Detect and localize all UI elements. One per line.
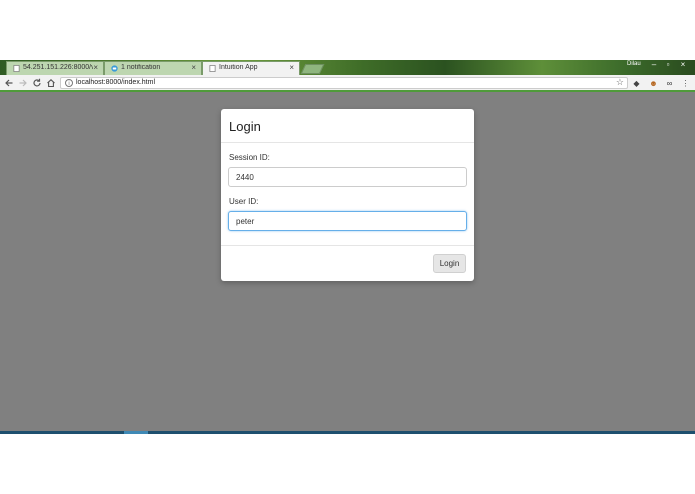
dialog-header: Login (221, 109, 474, 143)
menu-icon[interactable]: ⋮ (681, 79, 690, 88)
extension-face-icon[interactable]: ☻ (649, 79, 658, 88)
bookmark-star-icon[interactable]: ☆ (616, 77, 624, 88)
maximize-icon[interactable]: ▫ (661, 60, 675, 70)
window-close-icon[interactable]: × (676, 60, 690, 70)
address-bar[interactable]: i localhost:8000/index.html ☆ (60, 77, 628, 89)
back-icon[interactable] (3, 77, 15, 89)
bottom-margin (0, 434, 695, 494)
chat-icon (111, 65, 118, 72)
extension-glasses-icon[interactable]: ∞ (665, 79, 674, 88)
user-id-input[interactable]: peter (228, 211, 467, 231)
page-icon (209, 65, 216, 72)
info-icon[interactable]: i (65, 79, 73, 87)
dialog-footer-divider (221, 245, 474, 246)
user-id-label: User ID: (229, 197, 259, 206)
tab-label: 1 notification (121, 64, 161, 71)
forward-icon[interactable] (17, 77, 29, 89)
login-dialog: Login Session ID: 2440 User ID: peter Lo… (221, 109, 474, 281)
extension-icon[interactable]: ◆ (632, 79, 641, 88)
close-icon[interactable]: × (289, 63, 294, 72)
dialog-title: Login (229, 119, 261, 134)
browser-toolbar: i localhost:8000/index.html ☆ (0, 75, 695, 92)
login-button[interactable]: Login (433, 254, 466, 273)
page-icon (13, 65, 20, 72)
close-icon[interactable]: × (191, 63, 196, 72)
tab-label: 54.251.151.226:8000/vis (23, 64, 93, 71)
tab-strip: 54.251.151.226:8000/vis × 1 notification… (0, 60, 695, 75)
tab-label: Intuition App (219, 64, 258, 71)
home-icon[interactable] (45, 77, 57, 89)
tab-intuition-app[interactable]: Intuition App × (202, 61, 300, 75)
minimize-icon[interactable]: – (647, 60, 661, 70)
profile-name[interactable]: Dilau (627, 61, 641, 67)
top-margin (0, 0, 695, 60)
close-icon[interactable]: × (93, 63, 98, 72)
session-id-input[interactable]: 2440 (228, 167, 467, 187)
session-id-label: Session ID: (229, 153, 270, 162)
url-text: localhost:8000/index.html (76, 79, 155, 86)
reload-icon[interactable] (31, 77, 43, 89)
tab-notification[interactable]: 1 notification × (104, 61, 202, 75)
tab-ip-address[interactable]: 54.251.151.226:8000/vis × (6, 61, 104, 75)
